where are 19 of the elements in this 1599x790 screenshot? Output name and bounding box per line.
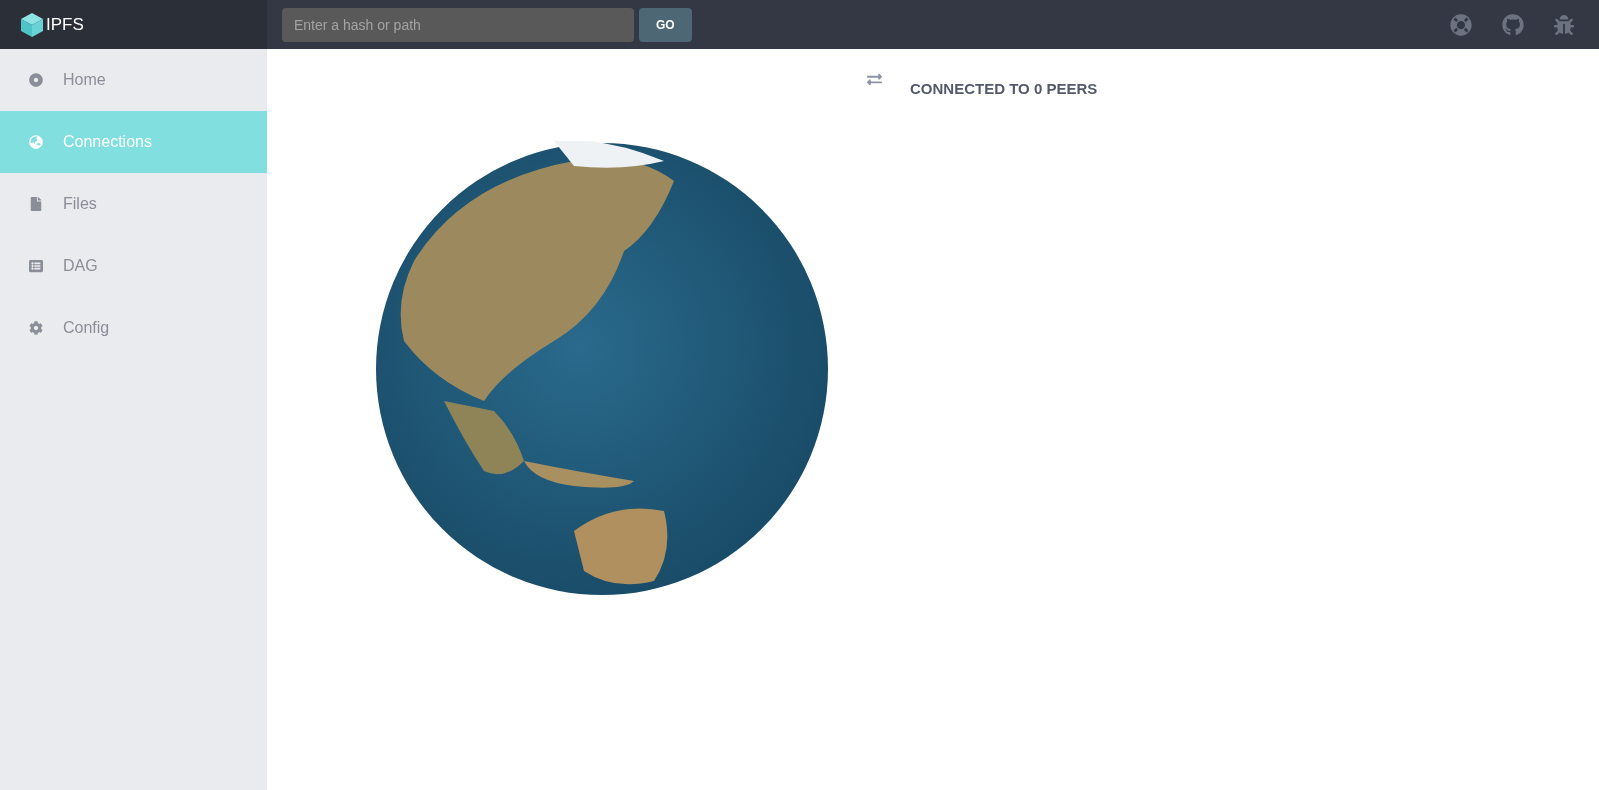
bug-icon[interactable]: [1554, 14, 1574, 35]
github-icon[interactable]: [1502, 13, 1524, 36]
connections-title: CONNECTED TO 0 PEERS: [910, 79, 1098, 99]
exchange-icon: [867, 72, 882, 87]
help-icon[interactable]: [1450, 13, 1472, 36]
sidebar-item[interactable]: Config: [0, 297, 267, 359]
go-button[interactable]: GO: [639, 7, 692, 42]
sidebar-item[interactable]: Home: [0, 49, 267, 111]
cube-icon: [20, 11, 44, 38]
sidebar-item[interactable]: DAG: [0, 235, 267, 297]
logo-text: IPFS: [46, 13, 84, 36]
list-icon: [29, 259, 43, 273]
globe-icon: [29, 135, 43, 149]
search-field[interactable]: Enter a hash or path: [282, 7, 634, 42]
file-icon: [29, 197, 43, 211]
settings-icon: [29, 321, 43, 335]
target-icon: [29, 73, 43, 87]
sidebar-item[interactable]: Files: [0, 173, 267, 235]
sidebar-item[interactable]: Connections: [0, 111, 267, 173]
